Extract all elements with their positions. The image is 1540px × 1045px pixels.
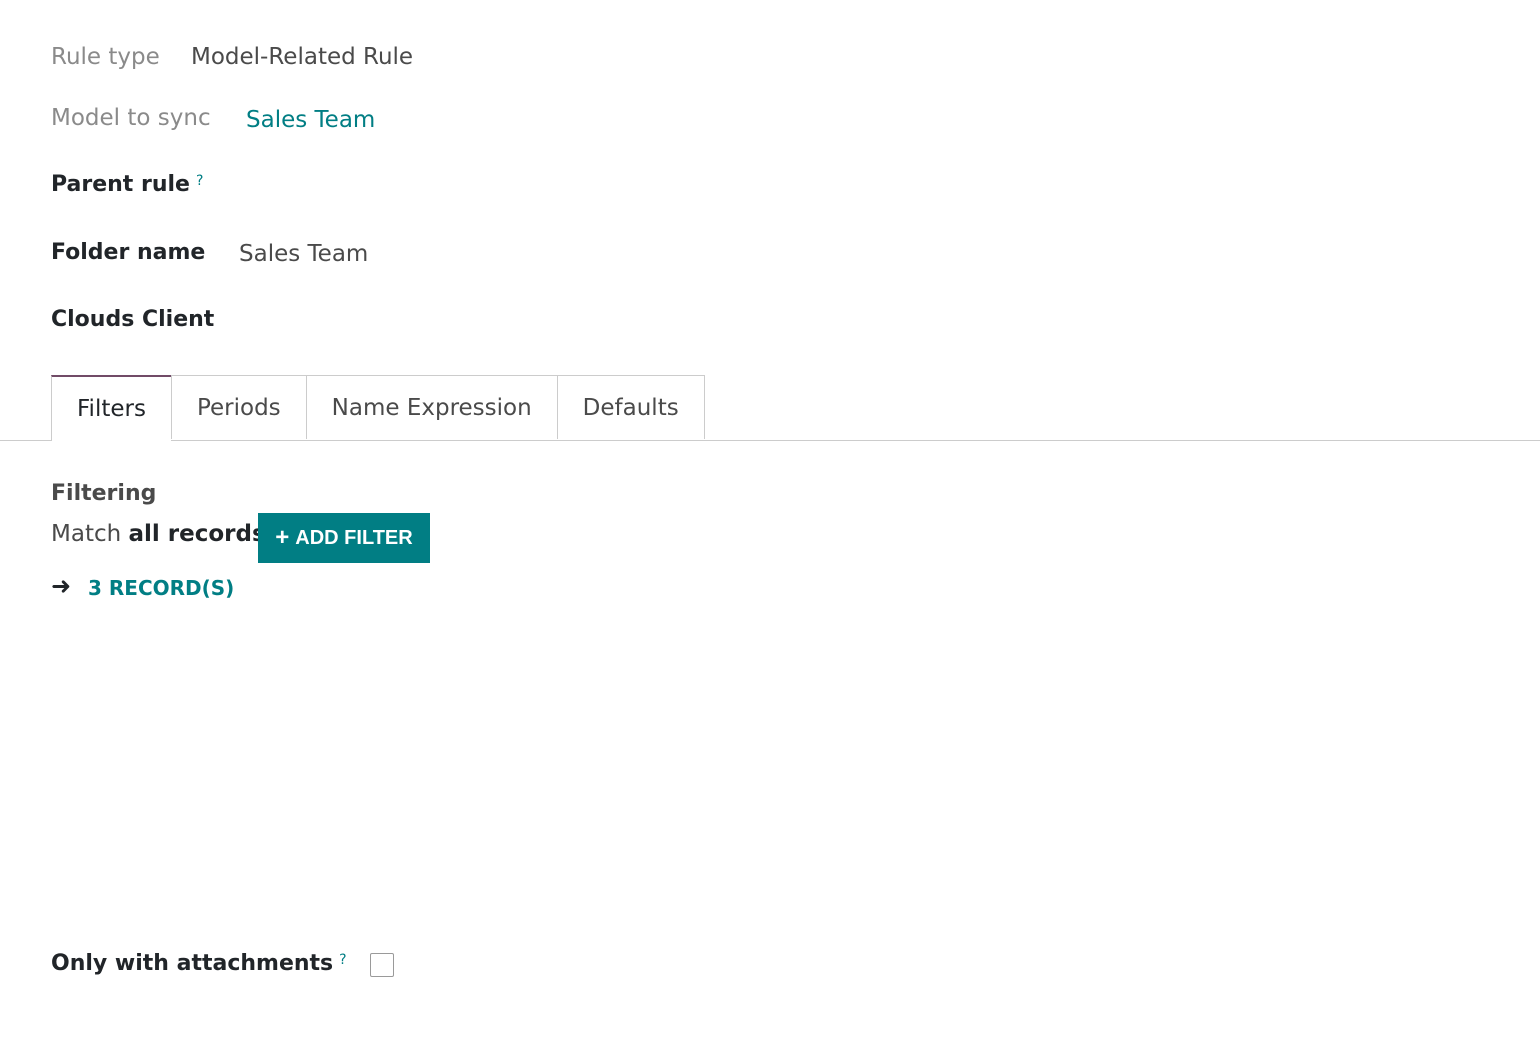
folder-name-value[interactable]: Sales Team (239, 241, 368, 267)
tab-filters[interactable]: Filters (51, 375, 171, 441)
model-to-sync-label: Model to sync (51, 105, 211, 131)
match-prefix: Match (51, 521, 122, 547)
records-count-link[interactable]: 3 RECORD(S) (88, 576, 234, 600)
notebook-tabs: Filters Periods Name Expression Defaults (51, 375, 705, 441)
model-to-sync-link[interactable]: Sales Team (246, 107, 375, 133)
rule-type-value: Model-Related Rule (191, 44, 414, 70)
parent-rule-help-icon[interactable]: ? (196, 173, 203, 189)
attachments-field: Only with attachments? (51, 951, 347, 976)
tab-name-expression[interactable]: Name Expression (305, 375, 557, 439)
tab-periods[interactable]: Periods (170, 375, 306, 439)
plus-icon: + (275, 524, 290, 551)
parent-rule-label: Parent rule (51, 172, 190, 197)
attachments-label: Only with attachments (51, 951, 334, 976)
parent-rule-field: Parent rule? (51, 172, 203, 197)
folder-name-label: Folder name (51, 240, 206, 265)
arrow-right-icon: ➜ (51, 572, 72, 600)
attachments-help-icon[interactable]: ? (339, 952, 346, 968)
match-strong: all records (128, 521, 266, 547)
add-filter-button[interactable]: + ADD FILTER (258, 513, 430, 563)
rule-type-label: Rule type (51, 44, 160, 70)
add-filter-label: ADD FILTER (295, 526, 413, 549)
filtering-title: Filtering (51, 481, 157, 506)
attachments-checkbox[interactable] (370, 953, 394, 977)
tab-defaults[interactable]: Defaults (556, 375, 705, 439)
match-description: Match all records (51, 521, 266, 547)
clouds-client-label: Clouds Client (51, 307, 215, 332)
